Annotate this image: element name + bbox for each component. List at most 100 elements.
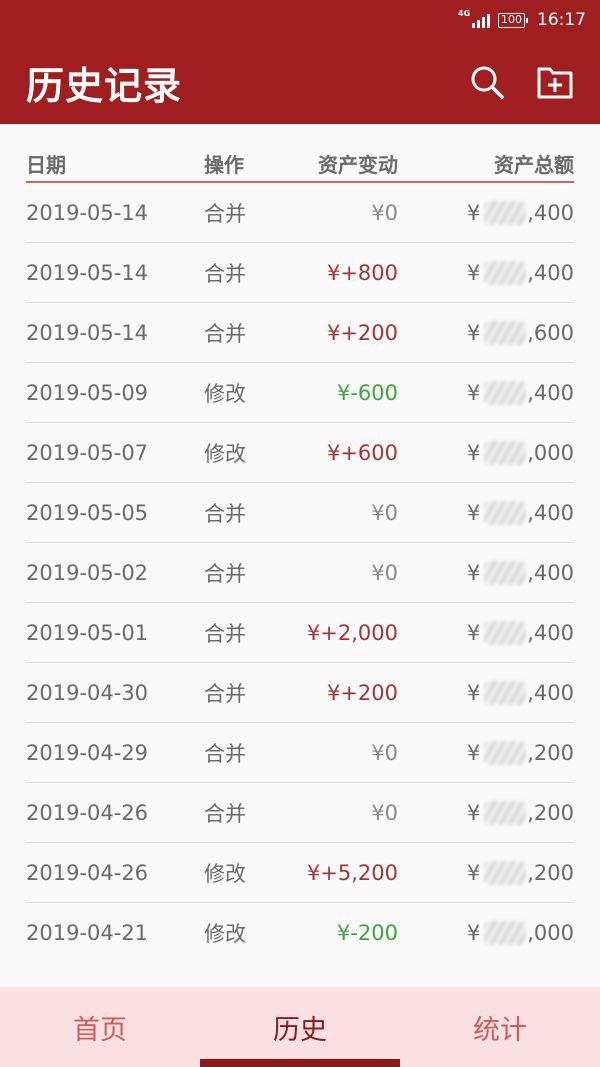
row-operation: 修改 — [204, 441, 246, 466]
redacted-amount — [484, 200, 527, 225]
row-change: ¥+800 — [326, 260, 398, 285]
row-change: ¥+5,200 — [306, 860, 398, 885]
total-suffix: ,400 — [527, 680, 574, 705]
table-row[interactable]: 2019-05-09 修改 ¥-600 ¥ ,400 — [26, 363, 574, 423]
redacted-amount — [484, 860, 527, 885]
currency-symbol: ¥ — [466, 740, 481, 765]
nav-home[interactable]: 首页 — [0, 987, 200, 1067]
currency-symbol: ¥ — [466, 560, 481, 585]
table-row[interactable]: 2019-05-01 合并 ¥+2,000 ¥ ,400 — [26, 603, 574, 663]
redacted-amount — [484, 500, 527, 525]
row-total: ¥ ,200 — [398, 740, 574, 765]
page-title: 历史记录 — [26, 63, 183, 108]
row-total: ¥ ,400 — [398, 560, 574, 585]
redacted-amount — [484, 921, 527, 945]
row-date: 2019-04-26 — [26, 800, 149, 825]
app-bar: 历史记录 — [0, 40, 600, 124]
table-row[interactable]: 2019-04-29 合并 ¥0 ¥ ,200 — [26, 723, 574, 783]
currency-symbol: ¥ — [466, 440, 481, 465]
row-operation: 合并 — [204, 201, 246, 226]
table-row[interactable]: 2019-04-26 修改 ¥+5,200 ¥ ,200 — [26, 843, 574, 903]
nav-stats[interactable]: 统计 — [400, 987, 600, 1067]
row-operation: 合并 — [204, 621, 246, 646]
add-record-button[interactable] — [536, 63, 574, 101]
total-suffix: ,400 — [527, 260, 574, 285]
nav-history[interactable]: 历史 — [200, 987, 400, 1067]
row-date: 2019-04-26 — [26, 860, 149, 885]
redacted-amount — [484, 440, 527, 465]
row-total: ¥ ,000 — [398, 440, 574, 465]
row-change: ¥-200 — [336, 921, 398, 945]
table-row[interactable]: 2019-05-05 合并 ¥0 ¥ ,400 — [26, 483, 574, 543]
row-total: ¥ ,400 — [398, 200, 574, 225]
redacted-amount — [484, 380, 527, 405]
table-row[interactable]: 2019-04-26 合并 ¥0 ¥ ,200 — [26, 783, 574, 843]
currency-symbol: ¥ — [466, 260, 481, 285]
row-total: ¥ ,400 — [398, 680, 574, 705]
row-total: ¥ ,600 — [398, 320, 574, 345]
search-icon — [471, 66, 504, 99]
row-change: ¥+2,000 — [306, 620, 398, 645]
header-operation: 操作 — [204, 152, 244, 177]
row-date: 2019-05-07 — [26, 440, 149, 465]
currency-symbol: ¥ — [466, 200, 481, 225]
total-suffix: ,200 — [527, 800, 574, 825]
row-change: ¥-600 — [336, 380, 398, 405]
currency-symbol: ¥ — [466, 380, 481, 405]
row-change: ¥0 — [371, 800, 398, 825]
network-type: 4G — [458, 9, 471, 18]
row-operation: 合并 — [204, 261, 246, 286]
header-total: 资产总额 — [494, 152, 574, 177]
row-change: ¥0 — [371, 500, 398, 525]
row-date: 2019-05-02 — [26, 560, 149, 585]
table-row[interactable]: 2019-04-21 修改 ¥-200 ¥ ,000 — [26, 903, 574, 963]
row-change: ¥+200 — [326, 680, 398, 705]
row-total: ¥ ,000 — [398, 921, 574, 945]
row-operation: 合并 — [204, 741, 246, 766]
table-row[interactable]: 2019-05-14 合并 ¥+800 ¥ ,400 — [26, 243, 574, 303]
app-screen: 4G 100 16:17 历史记录 日期 操作 资产变动 资产总额 2019-0… — [0, 0, 600, 1067]
row-operation: 合并 — [204, 501, 246, 526]
table-header: 日期 操作 资产变动 资产总额 — [26, 145, 574, 183]
row-total: ¥ ,400 — [398, 500, 574, 525]
app-bar-actions — [468, 63, 574, 101]
currency-symbol: ¥ — [466, 620, 481, 645]
battery-icon: 100 — [498, 12, 528, 28]
row-total: ¥ ,400 — [398, 380, 574, 405]
table-row[interactable]: 2019-05-02 合并 ¥0 ¥ ,400 — [26, 543, 574, 603]
table-row[interactable]: 2019-04-30 合并 ¥+200 ¥ ,400 — [26, 663, 574, 723]
currency-symbol: ¥ — [466, 921, 481, 945]
currency-symbol: ¥ — [466, 500, 481, 525]
currency-symbol: ¥ — [466, 860, 481, 885]
table-body: 2019-05-14 合并 ¥0 ¥ ,400 2019-05-14 合并 ¥+800 ¥ ,40… — [26, 183, 574, 963]
header-date: 日期 — [26, 152, 66, 177]
redacted-amount — [484, 560, 527, 585]
row-operation: 修改 — [204, 381, 246, 406]
row-change: ¥0 — [371, 200, 398, 225]
status-time: 16:17 — [537, 10, 586, 30]
row-change: ¥+200 — [326, 320, 398, 345]
table-row[interactable]: 2019-05-14 合并 ¥+200 ¥ ,600 — [26, 303, 574, 363]
row-date: 2019-04-30 — [26, 680, 149, 705]
redacted-amount — [484, 260, 527, 285]
table-row[interactable]: 2019-05-14 合并 ¥0 ¥ ,400 — [26, 183, 574, 243]
redacted-amount — [484, 320, 527, 345]
total-suffix: ,000 — [527, 921, 574, 945]
row-date: 2019-05-05 — [26, 500, 149, 525]
row-change: ¥+600 — [326, 440, 398, 465]
row-operation: 修改 — [204, 922, 246, 946]
currency-symbol: ¥ — [466, 800, 481, 825]
row-total: ¥ ,200 — [398, 860, 574, 885]
row-date: 2019-05-14 — [26, 320, 149, 345]
row-operation: 合并 — [204, 681, 246, 706]
search-button[interactable] — [468, 63, 506, 101]
row-date: 2019-05-14 — [26, 260, 149, 285]
bottom-nav: 首页 历史 统计 — [0, 987, 600, 1067]
table-row[interactable]: 2019-05-07 修改 ¥+600 ¥ ,000 — [26, 423, 574, 483]
currency-symbol: ¥ — [466, 320, 481, 345]
total-suffix: ,400 — [527, 500, 574, 525]
row-date: 2019-04-29 — [26, 740, 149, 765]
redacted-amount — [484, 620, 527, 645]
row-total: ¥ ,400 — [398, 620, 574, 645]
total-suffix: ,400 — [527, 380, 574, 405]
